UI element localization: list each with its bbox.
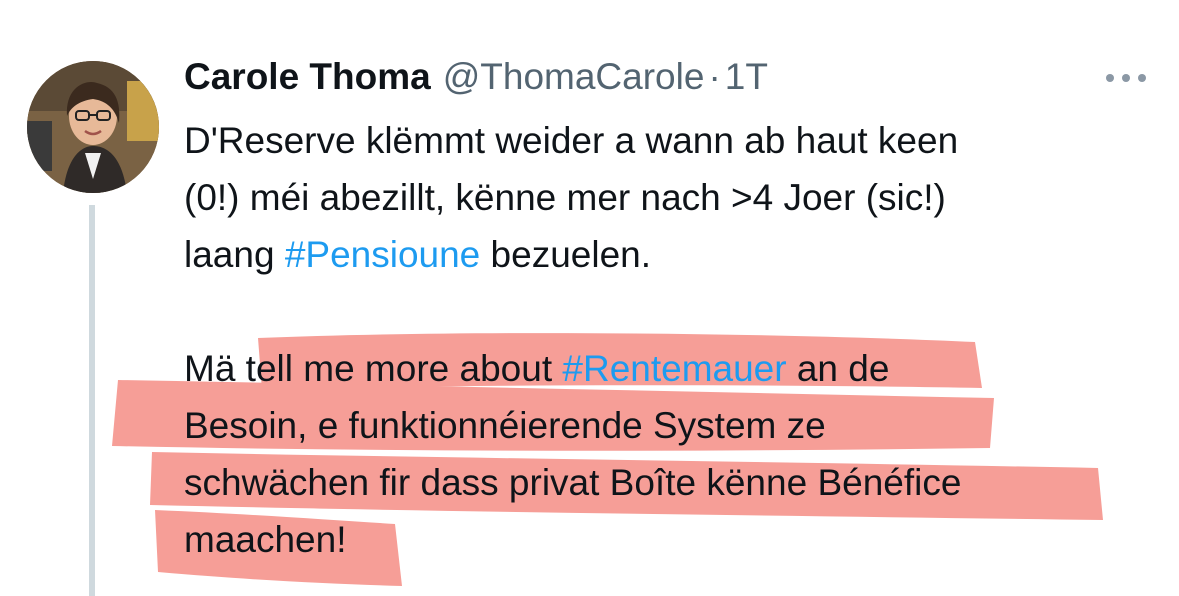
text-segment: Mä tell me more about [184, 348, 563, 389]
tweet-text-line: Besoin, e funktionnéierende System ze [184, 405, 826, 446]
text-segment: an de [786, 348, 890, 389]
text-segment: bezuelen. [480, 234, 652, 275]
tweet-text-line: schwächen fir dass privat Boîte kënne Bé… [184, 462, 962, 503]
tweet-text-line: maachen! [184, 519, 347, 560]
hashtag-link-rentemauer[interactable]: #Rentemauer [562, 348, 786, 389]
tweet-text-line: Mä tell me more about #Rentemauer an de [184, 340, 1144, 397]
tweet-text-line: (0!) méi abezillt, kënne mer nach >4 Joe… [184, 177, 946, 218]
hashtag-link-pensioune[interactable]: #Pensioune [285, 234, 480, 275]
tweet-text-line: D'Reserve klëmmt weider a wann ab haut k… [184, 120, 959, 161]
tweet-text-line: laang #Pensioune bezuelen. [184, 226, 1144, 283]
text-segment: laang [184, 234, 285, 275]
tweet-text: D'Reserve klëmmt weider a wann ab haut k… [184, 112, 1144, 568]
